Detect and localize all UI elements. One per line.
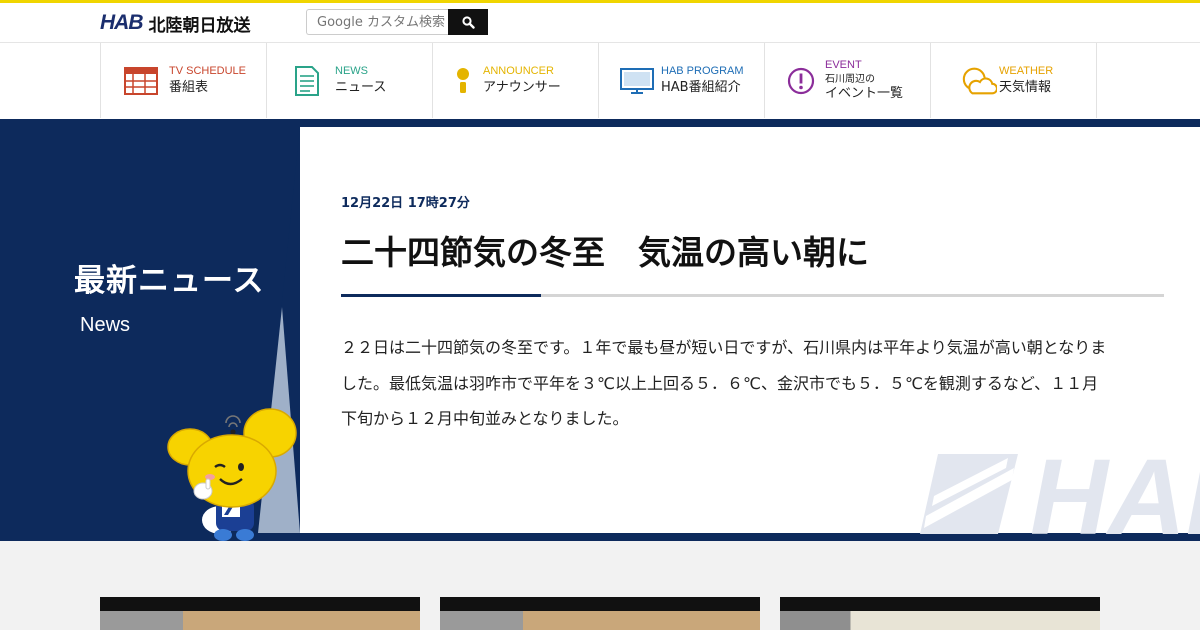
search-input[interactable] (306, 9, 448, 35)
nav-label-ja: ニュース (335, 80, 387, 95)
nav-label-ja: アナウンサー (483, 80, 561, 95)
news-document-icon (289, 63, 325, 99)
nav-item-event[interactable]: EVENT 石川周辺の イベント一覧 (765, 43, 931, 118)
nav-item-weather[interactable]: WEATHER 天気情報 (931, 43, 1097, 118)
article-date: 12月22日 17時27分 (341, 196, 470, 211)
logo-mark: HAB (100, 11, 143, 34)
nav-label-en: TV SCHEDULE (169, 65, 247, 77)
news-thumbnail[interactable] (440, 597, 760, 630)
nav-item-hab-program[interactable]: HAB PROGRAM HAB番組紹介 (599, 43, 765, 118)
search-button[interactable] (448, 9, 488, 35)
nav-label-ja: 番組表 (169, 80, 209, 95)
top-bar: HAB 北陸朝日放送 (0, 0, 1200, 42)
news-thumbnail[interactable] (100, 597, 420, 630)
hab-watermark-logo: HAB (920, 450, 1200, 534)
logo-name: 北陸朝日放送 (148, 15, 251, 36)
tv-monitor-icon (619, 63, 655, 99)
article-body: ２２日は二十四節気の冬至です。１年で最も昼が短い日ですが、石川県内は平年より気温… (341, 338, 1107, 428)
thumbnail-image (440, 611, 760, 630)
main-nav-bar: TV SCHEDULE 番組表 NEWS ニュース ANNOUNCER アナウン… (0, 42, 1200, 119)
news-thumbnail[interactable] (780, 597, 1100, 630)
article-title: 二十四節気の冬至 気温の高い朝に (341, 233, 869, 272)
nav-label-en: WEATHER (999, 65, 1054, 77)
search-box (306, 9, 488, 35)
nav-item-news[interactable]: NEWS ニュース (267, 43, 433, 118)
search-icon (461, 15, 475, 29)
hero-title: 最新ニュース (74, 263, 265, 299)
nav-item-announcer[interactable]: ANNOUNCER アナウンサー (433, 43, 599, 118)
schedule-grid-icon (123, 63, 159, 99)
thumbnail-image (100, 611, 420, 630)
nav-label-en: HAB PROGRAM (661, 65, 744, 77)
sun-cloud-icon (961, 63, 997, 99)
site-logo[interactable]: HAB 北陸朝日放送 (100, 11, 251, 36)
microphone-person-icon (455, 63, 471, 99)
nav-item-tv-schedule[interactable]: TV SCHEDULE 番組表 (101, 43, 267, 118)
nav-label-ja: HAB番組紹介 (661, 80, 741, 95)
hero-subtitle: News (80, 314, 131, 336)
nav-label-sub: 石川周辺の (825, 74, 875, 85)
title-divider-accent (341, 294, 541, 297)
nav-label-en: ANNOUNCER (483, 65, 554, 77)
watermark-text: HAB (1030, 450, 1200, 534)
nav-label-en: NEWS (335, 65, 368, 77)
main-nav: TV SCHEDULE 番組表 NEWS ニュース ANNOUNCER アナウン… (100, 43, 1097, 118)
related-news-row (100, 597, 1100, 630)
nav-label-ja: 天気情報 (999, 80, 1052, 95)
nav-label-en: EVENT (825, 59, 862, 71)
exclamation-circle-icon (783, 63, 819, 99)
nav-label-ja: イベント一覧 (825, 86, 904, 101)
mascot-character (167, 408, 297, 541)
thumbnail-image (780, 611, 1100, 630)
